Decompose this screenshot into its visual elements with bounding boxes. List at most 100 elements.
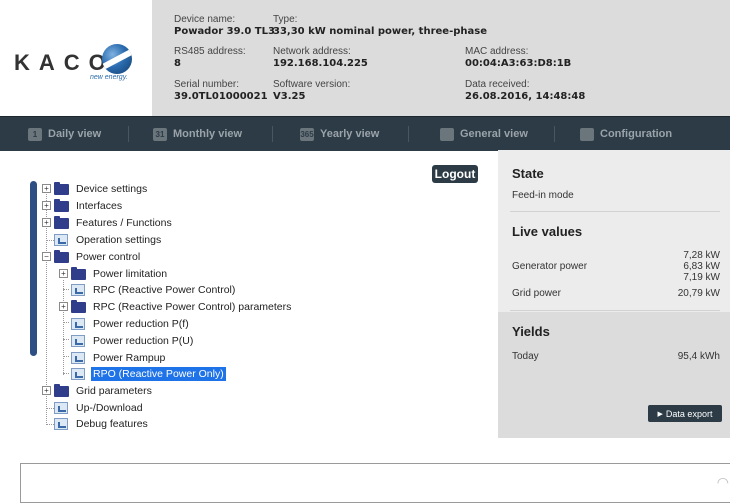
device-info-panel: Device name: Powador 39.0 TL3 Type: 33,3… <box>152 0 730 116</box>
tree-scrollbar[interactable] <box>30 181 37 356</box>
data-received-value: 26.08.2016, 14:48:48 <box>465 91 586 102</box>
status-panel: State Feed-in mode Live values 7,28 kW 6… <box>498 150 730 438</box>
state-title: State <box>512 166 544 181</box>
nav-daily-view[interactable]: 1 Daily view <box>28 126 101 142</box>
device-type-label: Type: <box>273 14 298 25</box>
generator-power-value-3: 7,19 kW <box>683 272 720 283</box>
tree-item-grid-parameters[interactable]: Grid parameters <box>54 383 154 399</box>
expand-icon[interactable]: + <box>59 302 68 311</box>
tree-connector <box>63 280 64 375</box>
tree-item-label: Grid parameters <box>76 385 152 397</box>
tree-connector <box>46 240 54 241</box>
tree-connector <box>63 289 69 290</box>
tree-item-power-limitation[interactable]: Power limitation <box>71 266 169 282</box>
generator-power-values: 7,28 kW 6,83 kW 7,19 kW <box>683 250 720 283</box>
divider <box>510 211 720 212</box>
tree-connector <box>46 424 54 425</box>
serial-number-field: Serial number: 39.0TL01000021 <box>174 79 268 103</box>
nav-divider <box>408 126 409 142</box>
folder-open-icon <box>54 249 69 263</box>
mac-address-label: MAC address: <box>465 46 529 57</box>
device-type-value: 33,30 kW nominal power, three-phase <box>273 26 487 37</box>
data-export-label: Data export <box>665 408 713 419</box>
settings-page-icon <box>54 234 68 246</box>
device-name-label: Device name: <box>174 14 236 25</box>
expand-icon[interactable]: + <box>42 201 51 210</box>
tree-item-rpc-parameters[interactable]: RPC (Reactive Power Control) parameters <box>71 299 293 315</box>
state-value: Feed-in mode <box>512 190 574 201</box>
data-export-button[interactable]: ▶ Data export <box>648 405 722 422</box>
nav-monthly-view[interactable]: 31 Monthly view <box>153 126 242 142</box>
serial-number-label: Serial number: <box>174 79 240 90</box>
calendar-month-icon: 31 <box>153 127 167 141</box>
play-arrow-icon: ▶ <box>657 410 663 418</box>
settings-page-icon <box>54 402 68 414</box>
tree-item-up-download[interactable]: Up-/Download <box>54 400 145 416</box>
folder-icon <box>54 383 69 397</box>
yields-today-value: 95,4 kWh <box>677 351 720 362</box>
logo-brand: KACO <box>14 50 115 75</box>
tree-item-power-rampup[interactable]: Power Rampup <box>71 350 167 366</box>
general-view-icon <box>440 127 454 141</box>
tree-item-label: Device settings <box>76 183 148 195</box>
tree-item-device-settings[interactable]: Device settings <box>54 181 149 197</box>
nav-configuration[interactable]: Configuration <box>580 126 672 142</box>
tree-item-power-reduction-pf[interactable]: Power reduction P(f) <box>71 316 191 332</box>
tree-item-features[interactable]: Features / Functions <box>54 215 174 231</box>
serial-number-value: 39.0TL01000021 <box>174 91 268 102</box>
tree-item-label: RPC (Reactive Power Control) <box>93 284 236 296</box>
tree-item-label-selected: RPO (Reactive Power Only) <box>91 367 226 381</box>
expand-icon[interactable]: + <box>42 386 51 395</box>
generator-power-label: Generator power <box>512 261 588 272</box>
collapse-icon[interactable]: − <box>42 252 51 261</box>
tree-item-label: RPC (Reactive Power Control) parameters <box>93 301 292 313</box>
generator-power-value-2: 6,83 kW <box>683 261 720 272</box>
tree-connector <box>63 373 69 374</box>
tree-item-label: Power limitation <box>93 268 168 280</box>
tree-item-label: Up-/Download <box>76 402 143 414</box>
expand-icon[interactable]: + <box>59 269 68 278</box>
nav-general-view[interactable]: General view <box>440 126 528 142</box>
generator-power-value-1: 7,28 kW <box>683 250 720 261</box>
nav-general-label: General view <box>460 128 528 140</box>
header: KACO new energy. Device name: Powador 39… <box>0 0 730 116</box>
logout-button[interactable]: Logout <box>432 165 478 183</box>
nav-divider <box>128 126 129 142</box>
tree-item-power-control[interactable]: Power control <box>54 249 142 265</box>
tree-item-debug-features[interactable]: Debug features <box>54 416 150 432</box>
expand-icon[interactable]: + <box>42 184 51 193</box>
nav-configuration-label: Configuration <box>600 128 673 140</box>
divider <box>510 310 720 311</box>
tree-item-power-reduction-pu[interactable]: Power reduction P(U) <box>71 333 195 349</box>
yields-title: Yields <box>512 324 550 339</box>
main-nav: 1 Daily view 31 Monthly view 365 Yearly … <box>0 116 730 151</box>
tree-item-interfaces[interactable]: Interfaces <box>54 198 124 214</box>
calendar-day-icon: 1 <box>28 127 42 141</box>
mac-address-field: MAC address: 00:04:A3:63:D8:1B <box>465 46 571 70</box>
tree-item-rpc[interactable]: RPC (Reactive Power Control) <box>71 282 237 298</box>
expand-icon[interactable]: + <box>42 218 51 227</box>
settings-page-icon <box>71 335 85 347</box>
nav-yearly-view[interactable]: 365 Yearly view <box>300 126 379 142</box>
nav-daily-label: Daily view <box>48 128 102 140</box>
tree-connector <box>63 322 69 323</box>
network-address-label: Network address: <box>273 46 351 57</box>
settings-page-icon <box>71 368 85 380</box>
device-name-value: Powador 39.0 TL3 <box>174 26 275 37</box>
tree-item-label: Power reduction P(U) <box>93 335 194 347</box>
grid-power-value: 20,79 kW <box>677 288 720 299</box>
network-address-field: Network address: 192.168.104.225 <box>273 46 368 70</box>
mac-address-value: 00:04:A3:63:D8:1B <box>465 58 572 69</box>
tree-item-rpo[interactable]: RPO (Reactive Power Only) <box>71 366 226 382</box>
scroll-indicator-icon: ◠ <box>716 474 729 490</box>
tree-connector <box>46 408 54 409</box>
calendar-year-icon: 365 <box>300 127 314 141</box>
settings-page-icon <box>54 418 68 430</box>
data-received-label: Data received: <box>465 79 530 90</box>
tree-item-label: Operation settings <box>76 234 162 246</box>
network-address-value: 192.168.104.225 <box>273 58 368 69</box>
data-received-field: Data received: 26.08.2016, 14:48:48 <box>465 79 585 103</box>
folder-icon <box>71 266 86 280</box>
tree-item-operation-settings[interactable]: Operation settings <box>54 232 163 248</box>
nav-monthly-label: Monthly view <box>173 128 243 140</box>
